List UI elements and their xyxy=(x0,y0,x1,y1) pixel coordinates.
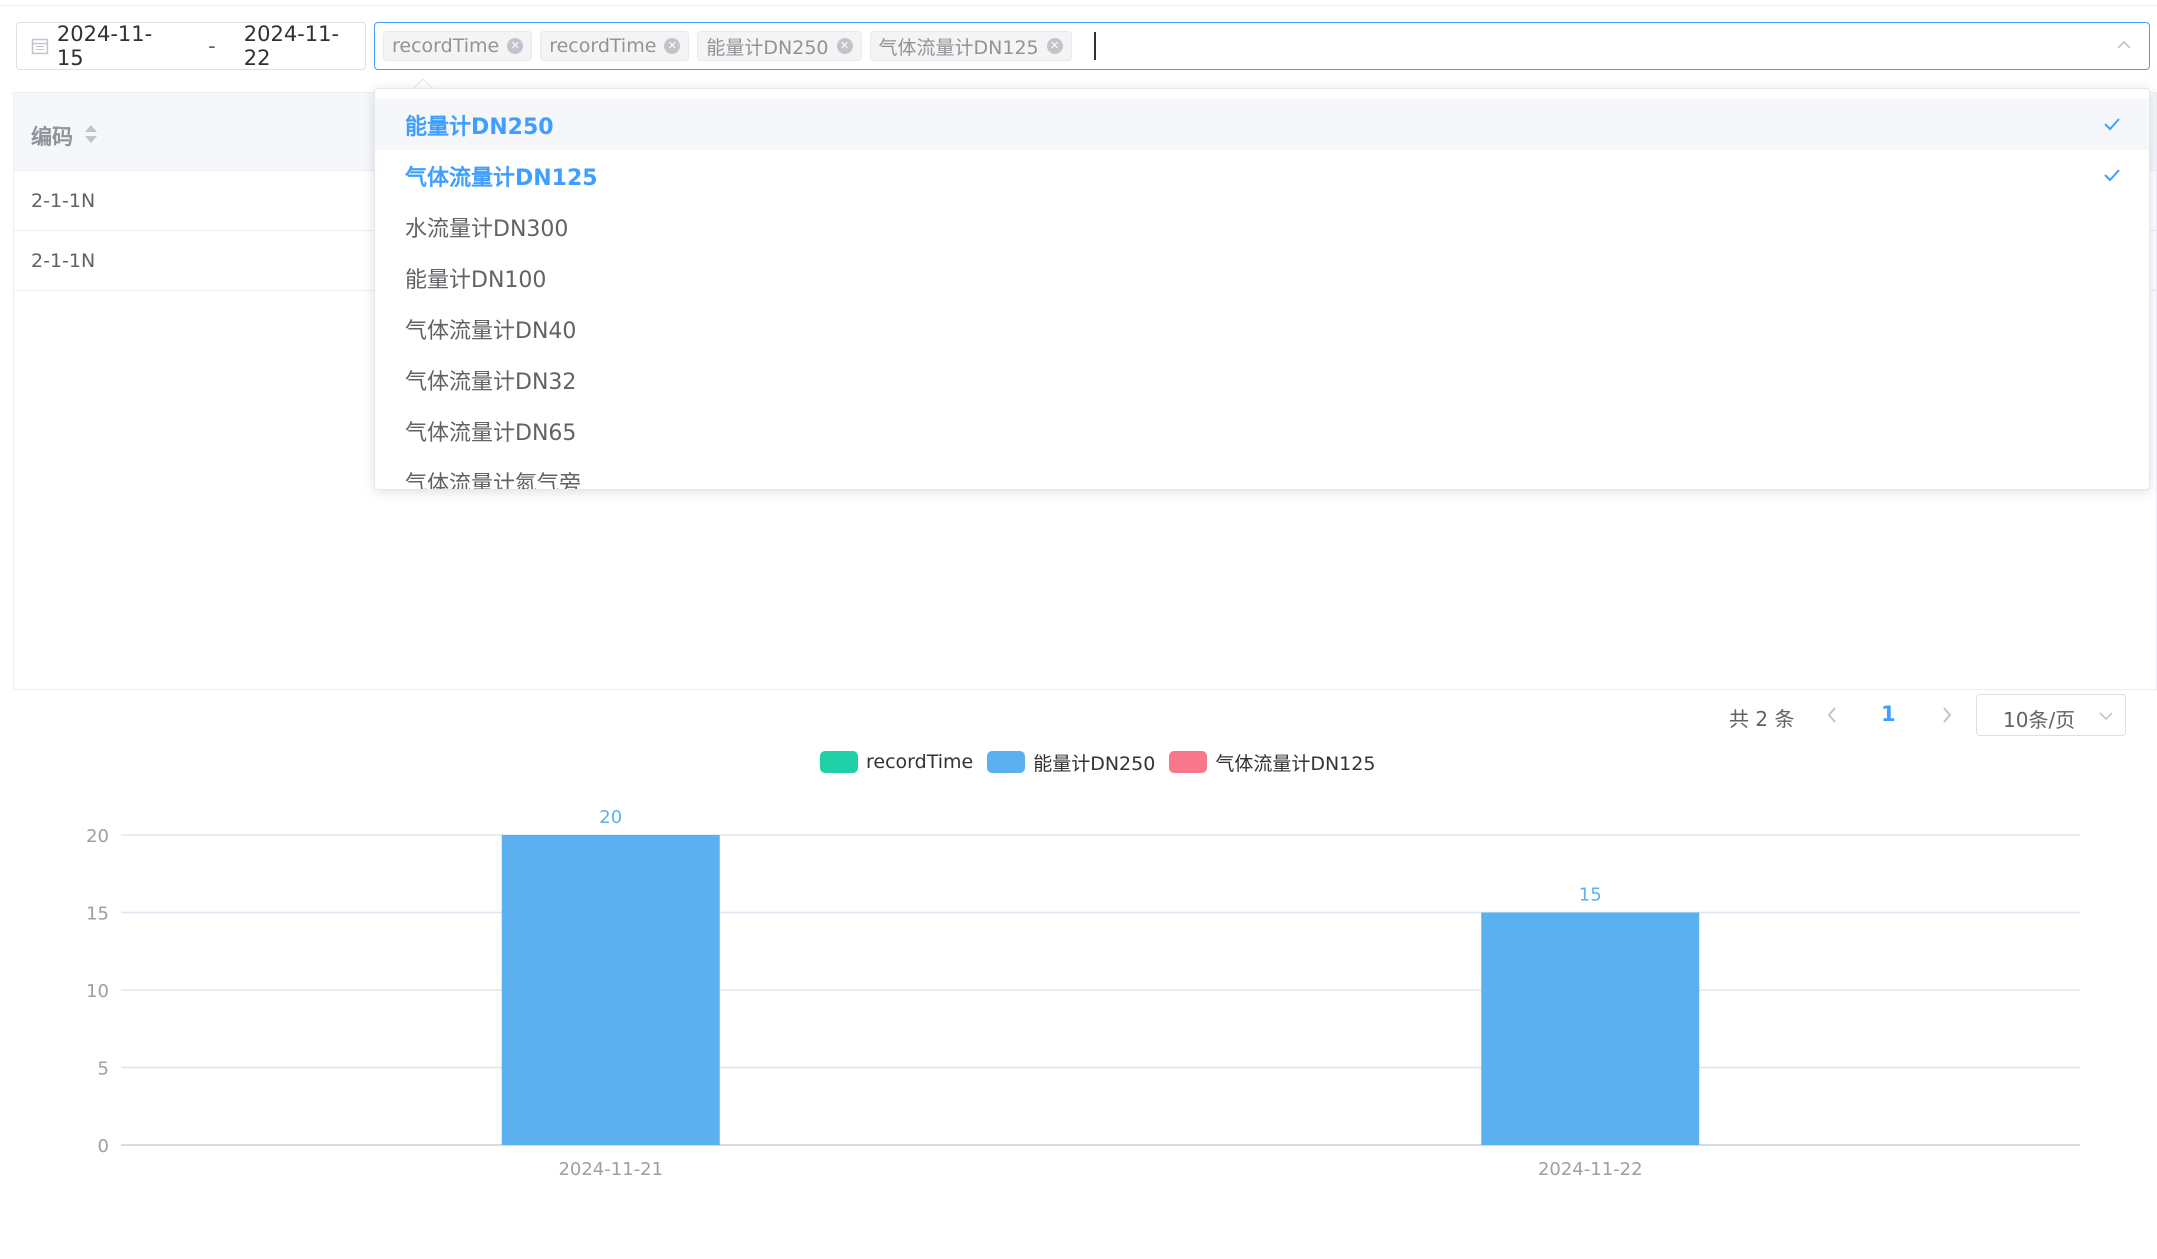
y-tick-label: 5 xyxy=(98,1059,109,1080)
chevron-down-icon xyxy=(2099,712,2113,721)
tag-label: 能量计DN250 xyxy=(706,36,829,59)
chart-legend: recordTime 能量计DN250 气体流量计DN125 xyxy=(820,748,1389,776)
date-range-picker[interactable]: 2024-11-15 - 2024-11-22 xyxy=(16,22,366,70)
legend-item-recordtime[interactable]: recordTime xyxy=(820,751,973,773)
option-label: 气体流量计氮气旁 xyxy=(405,471,582,490)
date-start-input[interactable]: 2024-11-15 xyxy=(57,22,178,70)
selected-tag: recordTime ✕ xyxy=(540,31,690,61)
bar-chart: 0 5 10 15 20 20 2024-11-21 15 2024-11-22 xyxy=(86,807,2080,1180)
legend-label: 气体流量计DN125 xyxy=(1215,752,1376,775)
dropdown-option[interactable]: 气体流量计DN125 xyxy=(375,150,2149,201)
selected-tag: recordTime ✕ xyxy=(383,31,533,61)
legend-item-dn250[interactable]: 能量计DN250 xyxy=(987,749,1155,776)
x-tick-label: 2024-11-21 xyxy=(558,1159,663,1180)
sort-icon[interactable] xyxy=(83,123,99,145)
chevron-left-icon[interactable] xyxy=(1822,703,1842,727)
option-label: 气体流量计DN65 xyxy=(405,420,577,446)
page-size-select[interactable]: 10条/页 xyxy=(1976,694,2126,736)
option-label: 能量计DN250 xyxy=(405,114,554,140)
date-separator: - xyxy=(208,34,216,58)
dropdown-option[interactable]: 气体流量计DN32 xyxy=(375,354,2149,405)
dropdown-option[interactable]: 气体流量计DN65 xyxy=(375,405,2149,456)
option-label: 水流量计DN300 xyxy=(405,216,569,242)
text-cursor xyxy=(1093,32,1096,60)
tag-label: recordTime xyxy=(549,35,657,57)
legend-swatch xyxy=(987,751,1026,773)
x-tick-label: 2024-11-22 xyxy=(1538,1159,1643,1180)
legend-label: 能量计DN250 xyxy=(1033,752,1156,775)
pagination-page-1[interactable]: 1 xyxy=(1881,702,1896,726)
tag-close-icon[interactable]: ✕ xyxy=(836,38,853,54)
bar-data-label: 15 xyxy=(1579,885,1602,906)
column-header-code[interactable]: 编码 xyxy=(31,121,73,151)
legend-swatch xyxy=(1169,751,1208,773)
calendar-icon xyxy=(31,38,49,55)
tag-label: 气体流量计DN125 xyxy=(878,36,1039,59)
top-border xyxy=(0,0,2157,6)
page-size-label: 10条/页 xyxy=(2003,708,2076,732)
dropdown-option[interactable]: 能量计DN100 xyxy=(375,252,2149,303)
dropdown-option[interactable]: 能量计DN250 xyxy=(375,99,2149,150)
bar xyxy=(501,835,720,1145)
dropdown-option[interactable]: 气体流量计氮气旁 xyxy=(375,456,2149,490)
check-icon xyxy=(2104,169,2120,182)
legend-label: recordTime xyxy=(866,751,974,773)
option-label: 气体流量计DN40 xyxy=(405,318,577,344)
bar-data-label: 20 xyxy=(599,807,622,828)
legend-swatch xyxy=(820,751,858,773)
legend-item-dn125[interactable]: 气体流量计DN125 xyxy=(1169,749,1375,776)
chevron-right-icon[interactable] xyxy=(1937,703,1957,727)
tag-close-icon[interactable]: ✕ xyxy=(664,38,681,54)
pagination-total: 共 2 条 xyxy=(1729,707,1795,731)
meter-multi-select[interactable]: recordTime ✕ recordTime ✕ 能量计DN250 ✕ 气体流… xyxy=(374,22,2150,70)
y-tick-label: 20 xyxy=(86,826,109,847)
date-end-input[interactable]: 2024-11-22 xyxy=(244,22,365,70)
y-tick-label: 10 xyxy=(86,981,109,1002)
table-cell-code: 2-1-1N xyxy=(31,250,96,272)
selected-tag: 气体流量计DN125 ✕ xyxy=(869,31,1072,61)
dropdown-option[interactable]: 水流量计DN300 xyxy=(375,201,2149,252)
bar xyxy=(1481,912,1700,1145)
check-icon xyxy=(2104,118,2120,131)
selected-tag: 能量计DN250 ✕ xyxy=(697,31,862,61)
dropdown-option[interactable]: 气体流量计DN40 xyxy=(375,303,2149,354)
y-tick-label: 15 xyxy=(86,904,109,925)
tag-label: recordTime xyxy=(392,35,500,57)
table-cell-code: 2-1-1N xyxy=(31,190,96,212)
meter-dropdown: 能量计DN250 气体流量计DN125 水流量计DN300 能量计DN100 气… xyxy=(374,88,2150,490)
option-label: 能量计DN100 xyxy=(405,267,547,293)
chevron-up-icon[interactable] xyxy=(2117,38,2131,52)
y-tick-label: 0 xyxy=(98,1136,109,1157)
option-label: 气体流量计DN32 xyxy=(405,369,577,395)
tag-close-icon[interactable]: ✕ xyxy=(1046,38,1063,54)
tag-close-icon[interactable]: ✕ xyxy=(507,38,524,54)
option-label: 气体流量计DN125 xyxy=(405,165,598,191)
